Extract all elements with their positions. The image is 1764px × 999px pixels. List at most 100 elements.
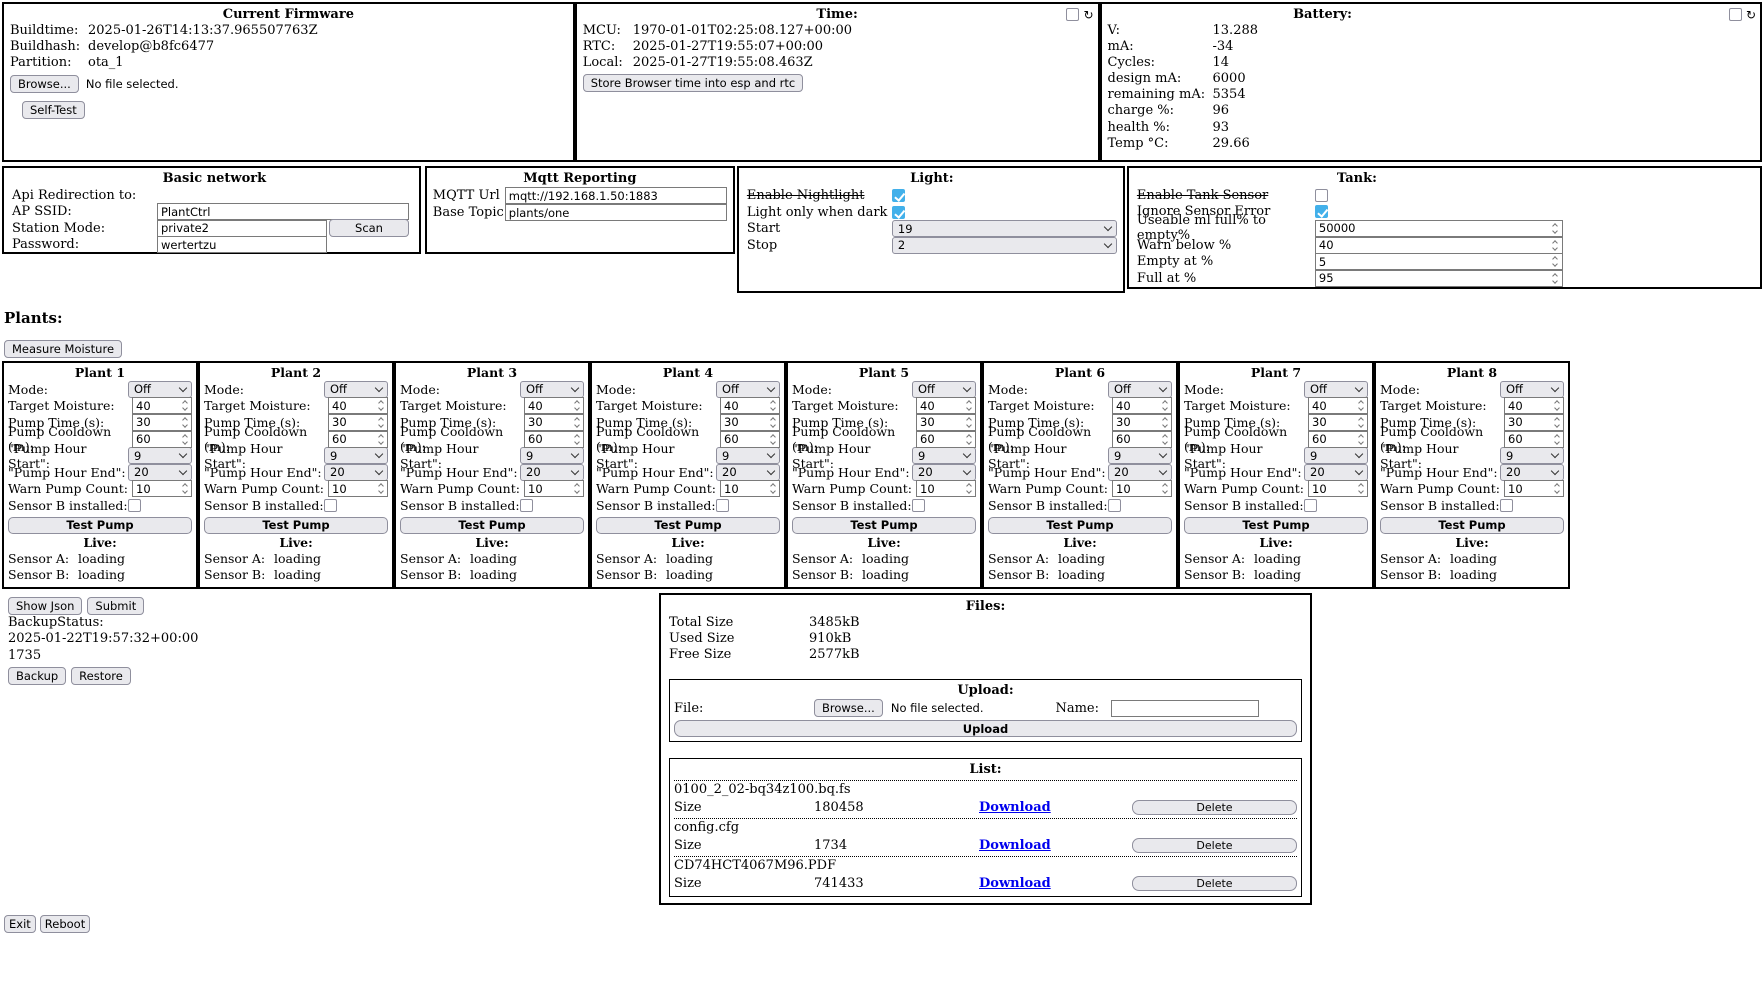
light-stop-select[interactable]: 2: [892, 237, 1117, 254]
pump-time-input[interactable]: [524, 414, 584, 431]
mqtt-url-input[interactable]: [505, 187, 727, 204]
target-moisture-input[interactable]: [916, 397, 976, 414]
light-start-select[interactable]: 19: [892, 220, 1117, 237]
pump-time-input[interactable]: [132, 414, 192, 431]
delete-button[interactable]: Delete: [1132, 800, 1297, 815]
number-spinner[interactable]: [179, 480, 190, 497]
number-spinner[interactable]: [1551, 397, 1562, 414]
backup-button[interactable]: Backup: [8, 667, 66, 685]
test-pump-button[interactable]: Test Pump: [8, 517, 192, 534]
number-spinner[interactable]: [1159, 397, 1170, 414]
warn-pump-count-input[interactable]: [132, 480, 192, 497]
mode-select[interactable]: Off: [520, 381, 584, 398]
pump-hour-start-select[interactable]: 9: [1304, 447, 1368, 464]
upload-browse-button[interactable]: Browse...: [814, 699, 883, 717]
sensor-b-installed-checkbox[interactable]: [520, 499, 533, 512]
tank-setting-input[interactable]: [1315, 270, 1563, 287]
number-spinner[interactable]: [963, 414, 974, 431]
sensor-b-installed-checkbox[interactable]: [1108, 499, 1121, 512]
warn-pump-count-input[interactable]: [1504, 480, 1564, 497]
mode-select[interactable]: Off: [1500, 381, 1564, 398]
mode-select[interactable]: Off: [128, 381, 192, 398]
target-moisture-input[interactable]: [132, 397, 192, 414]
pump-time-input[interactable]: [328, 414, 388, 431]
number-spinner[interactable]: [179, 414, 190, 431]
firmware-browse-button[interactable]: Browse...: [10, 75, 79, 93]
number-spinner[interactable]: [767, 431, 778, 448]
sensor-b-installed-checkbox[interactable]: [912, 499, 925, 512]
target-moisture-input[interactable]: [328, 397, 388, 414]
tank-setting-input[interactable]: [1315, 253, 1563, 270]
battery-refresh-checkbox[interactable]: [1729, 8, 1742, 21]
mode-select[interactable]: Off: [1108, 381, 1172, 398]
test-pump-button[interactable]: Test Pump: [1184, 517, 1368, 534]
number-spinner[interactable]: [571, 397, 582, 414]
tank-setting-input[interactable]: [1315, 220, 1563, 237]
refresh-icon[interactable]: ↻: [1083, 9, 1093, 21]
restore-button[interactable]: Restore: [71, 667, 131, 685]
number-spinner[interactable]: [1159, 414, 1170, 431]
number-spinner[interactable]: [571, 480, 582, 497]
mode-select[interactable]: Off: [324, 381, 388, 398]
pump-hour-start-select[interactable]: 9: [716, 447, 780, 464]
ignore-sensor-error-checkbox[interactable]: [1315, 205, 1328, 218]
number-spinner[interactable]: [179, 431, 190, 448]
pump-hour-start-select[interactable]: 9: [324, 447, 388, 464]
pump-cooldown-input[interactable]: [524, 431, 584, 448]
download-link[interactable]: Download: [979, 876, 1051, 891]
number-spinner[interactable]: [375, 397, 386, 414]
number-spinner[interactable]: [1550, 220, 1561, 237]
number-spinner[interactable]: [1355, 397, 1366, 414]
pump-cooldown-input[interactable]: [720, 431, 780, 448]
password-input[interactable]: [157, 236, 327, 253]
test-pump-button[interactable]: Test Pump: [400, 517, 584, 534]
pump-time-input[interactable]: [1308, 414, 1368, 431]
download-link[interactable]: Download: [979, 838, 1051, 853]
measure-moisture-button[interactable]: Measure Moisture: [4, 340, 122, 358]
mode-select[interactable]: Off: [912, 381, 976, 398]
number-spinner[interactable]: [1355, 414, 1366, 431]
pump-hour-end-select[interactable]: 20: [324, 464, 388, 481]
test-pump-button[interactable]: Test Pump: [988, 517, 1172, 534]
warn-pump-count-input[interactable]: [1308, 480, 1368, 497]
number-spinner[interactable]: [767, 480, 778, 497]
pump-time-input[interactable]: [916, 414, 976, 431]
pump-hour-start-select[interactable]: 9: [1108, 447, 1172, 464]
pump-hour-end-select[interactable]: 20: [912, 464, 976, 481]
submit-button[interactable]: Submit: [87, 597, 144, 615]
enable-tank-sensor-checkbox[interactable]: [1315, 189, 1328, 202]
number-spinner[interactable]: [1355, 431, 1366, 448]
pump-cooldown-input[interactable]: [328, 431, 388, 448]
pump-hour-end-select[interactable]: 20: [520, 464, 584, 481]
pump-hour-end-select[interactable]: 20: [716, 464, 780, 481]
number-spinner[interactable]: [1159, 431, 1170, 448]
pump-cooldown-input[interactable]: [916, 431, 976, 448]
refresh-icon[interactable]: ↻: [1746, 9, 1756, 21]
target-moisture-input[interactable]: [1112, 397, 1172, 414]
upload-button[interactable]: Upload: [674, 720, 1297, 737]
warn-pump-count-input[interactable]: [524, 480, 584, 497]
pump-hour-start-select[interactable]: 9: [912, 447, 976, 464]
number-spinner[interactable]: [767, 397, 778, 414]
number-spinner[interactable]: [375, 480, 386, 497]
sensor-b-installed-checkbox[interactable]: [324, 499, 337, 512]
number-spinner[interactable]: [767, 414, 778, 431]
number-spinner[interactable]: [1159, 480, 1170, 497]
pump-cooldown-input[interactable]: [1112, 431, 1172, 448]
pump-cooldown-input[interactable]: [132, 431, 192, 448]
target-moisture-input[interactable]: [720, 397, 780, 414]
pump-hour-end-select[interactable]: 20: [1304, 464, 1368, 481]
sensor-b-installed-checkbox[interactable]: [1304, 499, 1317, 512]
scan-button[interactable]: Scan: [329, 219, 409, 237]
delete-button[interactable]: Delete: [1132, 838, 1297, 853]
self-test-button[interactable]: Self-Test: [22, 101, 85, 119]
pump-hour-start-select[interactable]: 9: [520, 447, 584, 464]
pump-time-input[interactable]: [1112, 414, 1172, 431]
time-refresh-checkbox[interactable]: [1066, 8, 1079, 21]
test-pump-button[interactable]: Test Pump: [596, 517, 780, 534]
pump-hour-end-select[interactable]: 20: [1500, 464, 1564, 481]
mode-select[interactable]: Off: [1304, 381, 1368, 398]
target-moisture-input[interactable]: [1308, 397, 1368, 414]
tank-setting-value[interactable]: [1315, 220, 1563, 237]
number-spinner[interactable]: [375, 414, 386, 431]
